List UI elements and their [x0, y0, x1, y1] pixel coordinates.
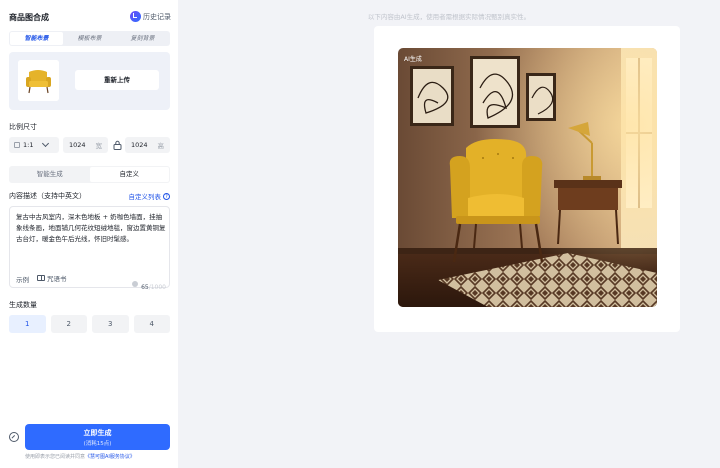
- tab-smart-generate[interactable]: 智能生成: [10, 167, 90, 182]
- height-unit: 高: [157, 142, 165, 150]
- quantity-option-1[interactable]: 1: [9, 315, 46, 333]
- quantity-option-4[interactable]: 4: [133, 315, 170, 333]
- example-link[interactable]: 示例: [16, 274, 29, 284]
- spellbook-label: 咒语书: [47, 275, 67, 283]
- quantity-option-3[interactable]: 3: [92, 315, 129, 333]
- history-icon: [130, 11, 141, 22]
- description-mode-tabs: 智能生成 自定义: [9, 166, 170, 183]
- reupload-button[interactable]: 重新上传: [75, 70, 159, 90]
- generate-label: 立即生成: [83, 429, 112, 437]
- book-icon: [37, 275, 45, 281]
- preview-panel: 以下内容由AI生成，使用者需根据实际情况甄别真实性。 AI生成: [178, 0, 720, 468]
- generated-image[interactable]: AI生成: [398, 48, 657, 307]
- history-button[interactable]: 历史记录: [130, 11, 171, 22]
- custom-list-label: 自定义列表: [128, 193, 162, 201]
- description-label: 内容描述（支持中英文）: [9, 192, 86, 200]
- width-field[interactable]: 1024 宽: [63, 137, 108, 153]
- height-value: 1024: [131, 141, 148, 149]
- tab-replicate-background[interactable]: 复刻背景: [116, 32, 169, 45]
- prompt-footer: 示例 咒语书 65/1000: [16, 273, 166, 291]
- ratio-row: 1:1 1024 宽 1024 高: [9, 137, 170, 153]
- product-thumbnail: [18, 60, 59, 101]
- prompt-textarea[interactable]: 复古中古风室内，深木色地板 + 奶咖色墙面，挂抽象线条画，地面铺几何花纹短绒地毯…: [9, 206, 170, 291]
- ratio-select[interactable]: 1:1: [9, 137, 59, 153]
- ratio-value: 1:1: [23, 141, 34, 149]
- agreement-note: 使用即表示您已阅读并同意《慧可图AI服务协议》: [25, 453, 135, 460]
- upload-area: 重新上传: [9, 52, 170, 110]
- lock-icon[interactable]: [113, 140, 122, 150]
- ai-disclaimer: 以下内容由AI生成，使用者需根据实际情况甄别真实性。: [367, 13, 531, 21]
- custom-list-link[interactable]: 自定义列表 ?: [128, 191, 170, 201]
- compass-icon[interactable]: [9, 432, 19, 442]
- quantity-label: 生成数量: [9, 301, 37, 309]
- quantity-options: 1 2 3 4: [9, 315, 170, 333]
- app-title: 商品图合成: [9, 13, 49, 22]
- chevron-down-icon: [42, 139, 50, 148]
- description-header: 内容描述（支持中英文） 自定义列表 ?: [9, 191, 170, 201]
- ratio-label: 比例尺寸: [9, 123, 37, 131]
- tab-template-scene[interactable]: 模板布景: [63, 32, 116, 45]
- width-unit: 宽: [95, 142, 103, 150]
- generate-cost: (消耗15点): [83, 441, 112, 447]
- prompt-text[interactable]: 复古中古风室内，深木色地板 + 奶咖色墙面，挂抽象线条画，地面铺几何花纹短绒地毯…: [16, 212, 166, 245]
- agreement-prefix: 使用即表示您已阅读并同意: [25, 454, 86, 460]
- preview-card: AI生成: [374, 26, 680, 332]
- ai-generated-badge: AI生成: [404, 56, 422, 63]
- clear-icon[interactable]: [132, 280, 139, 287]
- spellbook-button[interactable]: 咒语书: [37, 273, 67, 283]
- tab-smart-scene[interactable]: 智能布景: [10, 32, 63, 45]
- ratio-square-icon: [14, 142, 20, 148]
- count-current: 65: [141, 284, 149, 291]
- count-max: /1000: [148, 284, 166, 291]
- char-counter: 65/1000: [132, 274, 166, 293]
- height-field[interactable]: 1024 高: [125, 137, 170, 153]
- quantity-option-2[interactable]: 2: [50, 315, 87, 333]
- agreement-link[interactable]: 《慧可图AI服务协议》: [85, 454, 135, 460]
- bottom-bar: 立即生成 (消耗15点): [9, 424, 170, 450]
- help-icon: ?: [163, 192, 170, 200]
- history-label: 历史记录: [143, 12, 171, 21]
- mode-tabs: 智能布景 模板布景 复刻背景: [9, 31, 170, 46]
- generate-button[interactable]: 立即生成 (消耗15点): [25, 424, 170, 450]
- sidebar-header: 商品图合成 历史记录: [9, 10, 171, 26]
- sidebar: 商品图合成 历史记录 智能布景 模板布景 复刻背景 重新上传 比例尺寸 1:1 …: [0, 0, 178, 468]
- width-value: 1024: [69, 141, 86, 149]
- tab-custom[interactable]: 自定义: [89, 167, 169, 182]
